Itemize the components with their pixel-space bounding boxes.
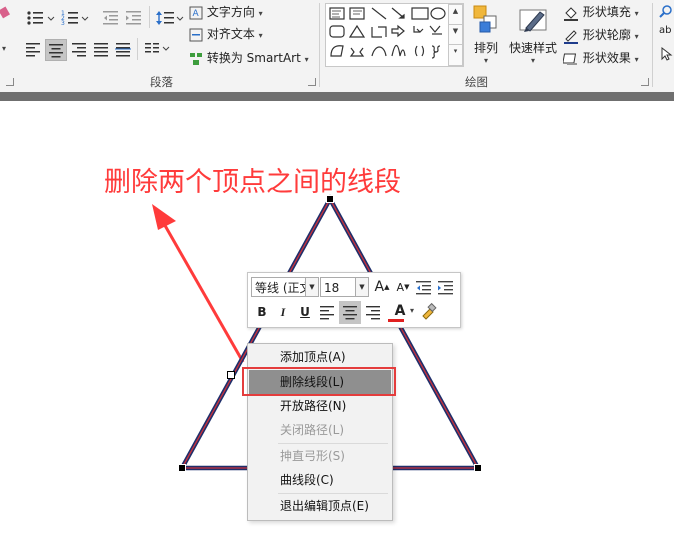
underline-button[interactable]: U xyxy=(295,302,315,322)
align-right-icon[interactable] xyxy=(363,302,383,322)
font-color-bar xyxy=(388,319,404,322)
font-name-field[interactable]: 等线 (正文 ▼ xyxy=(251,277,319,297)
chevron-down-icon[interactable]: ▼ xyxy=(305,278,318,296)
font-name-value: 等线 (正文 xyxy=(255,281,312,295)
font-color-letter: A xyxy=(394,303,406,319)
annotation-arrow xyxy=(152,204,245,363)
align-center-icon[interactable] xyxy=(339,301,361,324)
chevron-down-icon[interactable]: ▼ xyxy=(355,278,368,296)
align-left-icon[interactable] xyxy=(317,302,337,322)
menu-item-open-path[interactable]: 开放路径(N) xyxy=(249,394,391,418)
menu-item-curved-segment[interactable]: 曲线段(C) xyxy=(249,468,391,492)
grow-font-label: A xyxy=(374,279,385,295)
menu-item-add-vertex[interactable]: 添加顶点(A) xyxy=(249,345,391,369)
font-size-field[interactable]: 18 ▼ xyxy=(320,277,369,297)
shrink-font-label: A xyxy=(396,281,405,294)
vertex-handle-right[interactable] xyxy=(474,464,482,472)
menu-item-close-path: 关闭路径(L) xyxy=(280,423,345,437)
vertex-handle-top[interactable] xyxy=(326,195,334,203)
format-painter-icon[interactable] xyxy=(418,302,438,322)
font-size-value: 18 xyxy=(324,281,340,295)
highlight-box xyxy=(242,367,396,396)
font-color-button[interactable]: A ▾ xyxy=(386,301,414,322)
bold-button[interactable]: B xyxy=(252,302,272,322)
grow-font-button[interactable]: A▲ xyxy=(372,277,392,297)
menu-item-straighten-segment: 抻直弓形(S) xyxy=(280,449,345,463)
mini-toolbar: 等线 (正文 ▼ 18 ▼ A▲ A▼ B I U A ▾ xyxy=(247,272,461,328)
shrink-font-button[interactable]: A▼ xyxy=(393,277,413,297)
decrease-indent-icon[interactable] xyxy=(414,277,434,297)
chevron-down-icon: ▾ xyxy=(409,306,414,315)
increase-indent-icon[interactable] xyxy=(436,277,456,297)
edit-point-marker[interactable] xyxy=(227,371,235,379)
italic-button[interactable]: I xyxy=(273,302,293,322)
vertex-handle-left[interactable] xyxy=(178,464,186,472)
menu-item-exit-edit-points[interactable]: 退出编辑顶点(E) xyxy=(249,494,391,518)
